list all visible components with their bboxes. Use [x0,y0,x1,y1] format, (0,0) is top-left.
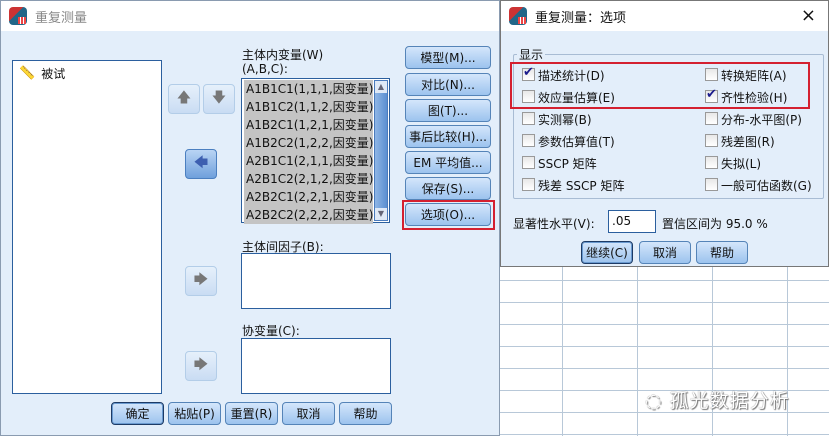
move-up-button[interactable]: 🡅 [168,84,200,114]
list-item[interactable]: A2B1C2(2,1,2,因变量) [244,170,373,188]
ok-button[interactable]: 确定 [111,402,164,425]
options-dialog: 重复测量：选项 × 显示 描述统计(D)效应量估算(E)实测幂(B)参数估算值(… [500,0,829,267]
highlight-box [510,62,810,109]
between-factors-list[interactable] [241,253,391,309]
dialog-title: 重复测量 [35,10,88,26]
checkbox[interactable] [705,178,718,191]
confidence-interval-text: 置信区间为 95.0 % [662,217,768,231]
move-to-between-button[interactable]: 🡆 [185,266,217,296]
help-button[interactable]: 帮助 [696,241,748,264]
dialog-title: 重复测量：选项 [535,10,627,26]
checkbox[interactable] [705,112,718,125]
checkbox-label[interactable]: 实测幂(B) [538,111,592,128]
source-variable-list[interactable]: 📏 被试 [12,60,162,394]
move-to-covariates-button[interactable]: 🡆 [185,351,217,381]
help-button[interactable]: 帮助 [339,402,392,425]
continue-button[interactable]: 继续(C) [581,241,633,264]
arrow-right-icon: 🡆 [193,272,209,288]
arrow-right-icon: 🡆 [193,357,209,373]
checkbox[interactable] [522,112,535,125]
covariates-label: 协变量(C): [242,324,300,338]
checkbox[interactable] [705,156,718,169]
list-item[interactable]: A2B2C1(2,2,1,因变量) [244,188,373,206]
checkbox-label[interactable]: SSCP 矩阵 [538,155,597,172]
significance-label: 显著性水平(V): [513,217,595,231]
save-button[interactable]: 保存(S)... [405,177,491,200]
watermark-text: 孤光数据分析 [669,390,790,412]
checkbox[interactable] [522,156,535,169]
checkbox-label[interactable]: 失拟(L) [721,155,761,172]
arrow-up-icon: 🡅 [176,90,192,106]
close-button[interactable]: × [801,5,816,26]
contrasts-button[interactable]: 对比(N)... [405,73,491,96]
covariates-list[interactable] [241,338,391,394]
paste-button[interactable]: 粘贴(P) [168,402,221,425]
move-to-within-button[interactable]: 🡄 [185,149,217,179]
move-down-button[interactable]: 🡇 [203,84,235,114]
checkbox-label[interactable]: 参数估算值(T) [538,133,615,150]
list-item[interactable]: A1B1C2(1,1,2,因变量) [244,98,373,116]
within-factors-label: (A,B,C): [242,62,288,76]
repeated-measures-dialog: 重复测量 📏 被试 🡅 🡇 🡄 主体内变量(W) (A,B,C): ▲ ▼ A1… [0,0,500,436]
list-item[interactable]: A1B2C1(1,2,1,因变量) [244,116,373,134]
checkbox-label[interactable]: 一般可估函数(G) [721,177,812,194]
scrollbar[interactable]: ▲ ▼ [374,80,388,221]
arrow-down-icon: 🡇 [211,90,227,106]
checkbox-label[interactable]: 残差 SSCP 矩阵 [538,177,624,194]
title-bar: 重复测量：选项 × [501,1,828,31]
arrow-left-icon: 🡄 [193,155,209,171]
checkbox-label[interactable]: 残差图(R) [721,133,775,150]
checkbox-label[interactable]: 分布-水平图(P) [721,111,802,128]
list-item[interactable]: A1B1C1(1,1,1,因变量) [244,80,373,98]
cancel-button[interactable]: 取消 [282,402,335,425]
within-subjects-list[interactable]: ▲ ▼ A1B1C1(1,1,1,因变量) A1B1C2(1,1,2,因变量) A1… [241,78,390,224]
app-icon [509,7,527,25]
title-bar: 重复测量 [1,1,499,31]
ruler-icon: 📏 [19,66,36,81]
checkbox[interactable] [522,178,535,191]
post-hoc-button[interactable]: 事后比较(H)... [405,125,491,148]
app-icon [9,7,27,25]
variable-label: 被试 [41,67,66,81]
display-group-label: 显示 [517,46,546,63]
model-button[interactable]: 模型(M)... [405,46,491,69]
checkbox[interactable] [522,134,535,147]
em-means-button[interactable]: EM 平均值... [405,151,491,174]
plots-button[interactable]: 图(T)... [405,99,491,122]
scroll-up-icon[interactable]: ▲ [375,81,387,93]
checkbox[interactable] [705,134,718,147]
highlight-box [402,200,495,230]
list-item[interactable]: 📏 被试 [19,65,65,82]
list-item[interactable]: A2B1C1(2,1,1,因变量) [244,152,373,170]
list-item[interactable]: A1B2C2(1,2,2,因变量) [244,134,373,152]
within-subjects-label: 主体内变量(W) [242,48,324,62]
scroll-down-icon[interactable]: ▼ [375,208,387,220]
list-item[interactable]: A2B2C2(2,2,2,因变量) [244,206,373,224]
significance-input[interactable]: .05 [608,210,656,233]
cancel-button[interactable]: 取消 [639,241,691,264]
watermark: ◌ 孤光数据分析 [645,390,790,412]
reset-button[interactable]: 重置(R) [225,402,278,425]
